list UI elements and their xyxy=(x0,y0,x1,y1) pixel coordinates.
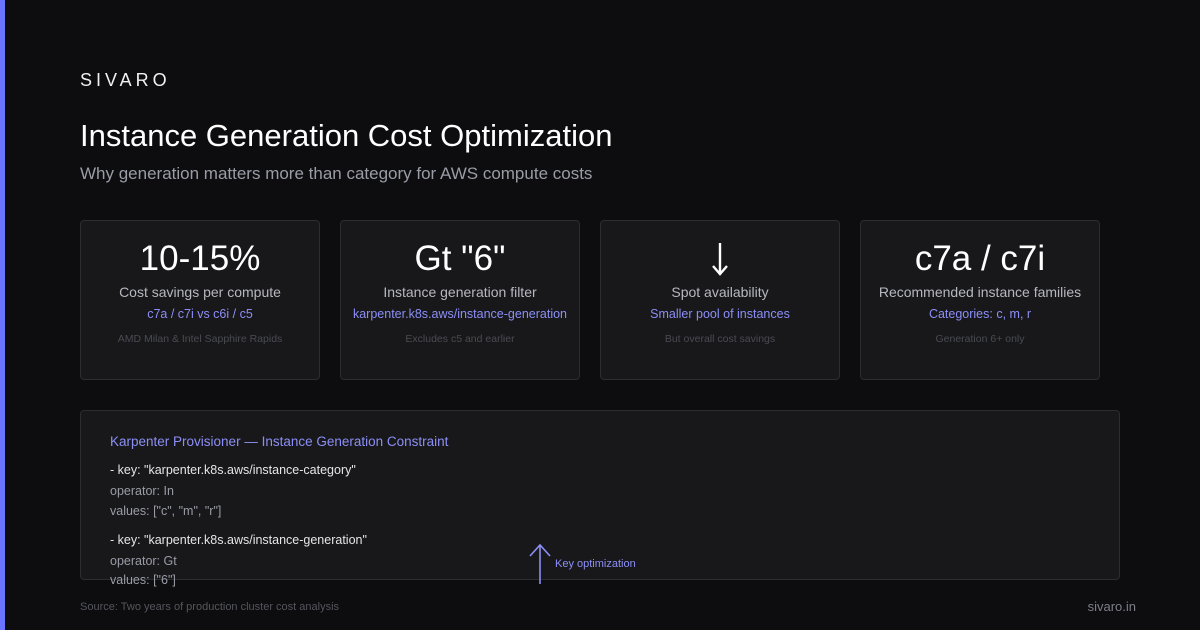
code-key-line: - key: "karpenter.k8s.aws/instance-gener… xyxy=(110,533,367,547)
stat-detail: karpenter.k8s.aws/instance-generation xyxy=(352,307,567,321)
brand-logo: SIVARO xyxy=(80,70,171,90)
stat-card-generation-filter: Gt "6" Instance generation filter karpen… xyxy=(340,220,580,380)
stat-label: Spot availability xyxy=(671,284,769,300)
stat-metric: c7a / c7i xyxy=(914,239,1046,278)
stat-detail: Smaller pool of instances xyxy=(650,307,790,321)
code-values-line: values: ["6"] xyxy=(110,573,176,587)
stat-detail: Categories: c, m, r xyxy=(928,307,1032,321)
callout-text: Key optimization xyxy=(555,558,636,570)
stat-card-spot-availability: Spot availability Smaller pool of instan… xyxy=(600,220,840,380)
code-title: Karpenter Provisioner — Instance Generat… xyxy=(110,434,449,449)
stat-metric: Gt "6" xyxy=(414,239,506,278)
page-subtitle: Why generation matters more than categor… xyxy=(80,164,593,183)
stat-card-cost-savings: 10-15% Cost savings per compute c7a / c7… xyxy=(80,220,320,380)
stat-note: But overall cost savings xyxy=(664,333,776,345)
accent-bar xyxy=(0,0,5,630)
code-key-line: - key: "karpenter.k8s.aws/instance-categ… xyxy=(110,463,356,477)
stat-note: Excludes c5 and earlier xyxy=(405,333,515,345)
stat-label: Cost savings per compute xyxy=(119,284,281,300)
stat-card-instance-families: c7a / c7i Recommended instance families … xyxy=(860,220,1100,380)
code-values-line: values: ["c", "m", "r"] xyxy=(110,504,222,518)
stat-detail: c7a / c7i vs c6i / c5 xyxy=(147,307,253,321)
page-title: Instance Generation Cost Optimization xyxy=(80,118,613,153)
stat-label: Recommended instance families xyxy=(878,284,1082,300)
footer-site-link[interactable]: sivaro.in xyxy=(1088,599,1136,614)
stat-metric: 10-15% xyxy=(139,239,261,278)
code-operator-line: operator: In xyxy=(110,484,174,498)
stat-note: Generation 6+ only xyxy=(935,333,1025,345)
footer-source: Source: Two years of production cluster … xyxy=(80,601,340,613)
stat-note: AMD Milan & Intel Sapphire Rapids xyxy=(117,333,283,345)
key-optimization-callout: Key optimization xyxy=(527,543,657,585)
code-operator-line: operator: Gt xyxy=(110,554,177,568)
stat-metric xyxy=(601,239,839,279)
arrow-up-icon xyxy=(529,543,551,584)
arrow-down-icon xyxy=(712,243,728,276)
stat-label: Instance generation filter xyxy=(383,284,537,300)
